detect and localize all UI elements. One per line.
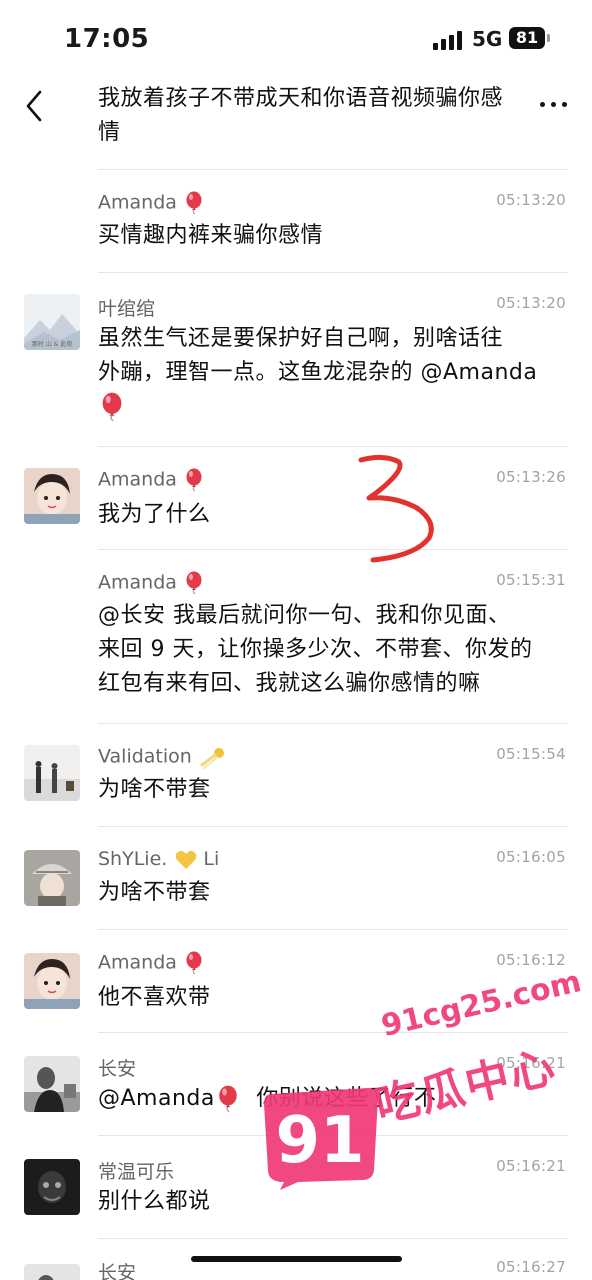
message-text: 别什么都说: [98, 1189, 211, 1214]
avatar-landscape-image: 那时 山 & 此夜: [24, 294, 80, 350]
watermark-text: 吃瓜中心: [370, 1041, 562, 1133]
message-time: 05:15:31: [496, 571, 566, 589]
sender-name: Amanda: [98, 468, 203, 492]
message-line: 来回 9 天，让你操多少次、不带套、你发的: [98, 637, 533, 662]
message-time: 05:16:12: [496, 951, 566, 969]
battery-tip: [547, 34, 550, 42]
handwritten-mark-label: 3: [355, 452, 356, 453]
home-indicator[interactable]: [191, 1256, 402, 1262]
message-line: @长安 我最后就问你一句、我和你见面、: [98, 603, 511, 628]
sender-name: ShYLie. Li: [98, 848, 220, 870]
avatar-caption: 那时 山 & 此夜: [32, 340, 72, 348]
avatar-man-bw-image: [24, 1056, 80, 1112]
yellow-heart-icon: [176, 850, 197, 869]
quoted-line-1: 我放着孩子不带成天和你语音视频骗你感: [98, 86, 504, 111]
message-time: 05:13:20: [496, 191, 566, 209]
balloon-icon: [102, 392, 122, 422]
message-time: 05:16:27: [496, 1258, 566, 1276]
balloon-icon: [186, 191, 202, 215]
message-line: 外蹦，理智一点。这鱼龙混杂的 @Amanda: [98, 360, 538, 385]
avatar-dark-image: [24, 1159, 80, 1215]
sender-name: Amanda: [98, 951, 203, 975]
avatar-girl-image: [24, 953, 80, 1009]
signal-icon: [433, 30, 465, 50]
handwritten-mark: 3: [355, 452, 434, 563]
message-text: 虽然生气还是要保护好自己啊，别啥话往 外蹦，理智一点。这鱼龙混杂的 @Amand…: [98, 322, 568, 424]
divider: [98, 723, 568, 724]
divider: [98, 169, 568, 170]
sender-name: Amanda: [98, 191, 203, 215]
sender-name: Validation: [98, 745, 226, 769]
sender-name: 常温可乐: [98, 1161, 175, 1183]
avatar[interactable]: [24, 1264, 80, 1280]
message-time: 05:16:05: [496, 848, 566, 866]
divider: [98, 549, 568, 550]
network-label: 5G: [472, 27, 503, 51]
back-arrow-icon[interactable]: [20, 88, 50, 124]
avatar[interactable]: [24, 1159, 80, 1215]
message-text: 我为了什么: [98, 502, 211, 527]
avatar-hat-girl-image: [24, 850, 80, 906]
divider: [98, 272, 568, 273]
quoted-message: 我放着孩子不带成天和你语音视频骗你感 情: [98, 82, 568, 150]
watermark-number: 91: [275, 1104, 364, 1178]
message-time: 05:13:20: [496, 294, 566, 312]
sender-name: 长安: [98, 1058, 137, 1080]
quoted-line-2: 情: [98, 120, 121, 145]
status-time: 17:05: [64, 24, 150, 54]
message-line: [98, 390, 568, 424]
avatar-beach-image: [24, 745, 80, 801]
chat-screen: 17:05 5G 81 我放着孩子不带成天和你语音视频骗你感 情 Amanda …: [0, 0, 592, 1280]
sender-name: Amanda: [98, 571, 203, 595]
message-time: 05:16:21: [496, 1157, 566, 1175]
sender-name: 叶绾绾: [98, 298, 156, 320]
message-text: 为啥不带套: [98, 880, 211, 905]
sender-name: 长安: [98, 1262, 137, 1280]
message-text: 买情趣内裤来骗你感情: [98, 223, 324, 248]
battery-icon: 81: [509, 27, 545, 49]
more-options-icon[interactable]: [540, 102, 568, 108]
message-time: 05:15:54: [496, 745, 566, 763]
divider: [98, 929, 568, 930]
message-text: 为啥不带套: [98, 777, 211, 802]
message-text: @长安 我最后就问你一句、我和你见面、 来回 9 天，让你操多少次、不带套、你发…: [98, 599, 568, 701]
avatar[interactable]: 那时 山 & 此夜: [24, 294, 80, 350]
divider: [98, 446, 568, 447]
status-bar: 17:05 5G 81: [0, 0, 592, 70]
avatar-man-bw-image: [24, 1264, 80, 1280]
mention[interactable]: @Amanda: [98, 1086, 215, 1111]
balloon-icon: [186, 571, 202, 595]
avatar[interactable]: [24, 468, 80, 524]
divider: [98, 1032, 568, 1033]
message-time: 05:13:26: [496, 468, 566, 486]
avatar[interactable]: [24, 850, 80, 906]
divider: [98, 826, 568, 827]
watermark-badge: 91: [264, 1088, 378, 1190]
balloon-icon: [219, 1085, 237, 1113]
message-line: 红包有来有回、我就这么骗你感情的嘛: [98, 671, 481, 696]
comet-icon: [200, 748, 224, 769]
avatar[interactable]: [24, 745, 80, 801]
avatar-girl-image: [24, 468, 80, 524]
message-line: 虽然生气还是要保护好自己啊，别啥话往: [98, 326, 504, 351]
balloon-icon: [186, 951, 202, 975]
avatar[interactable]: [24, 1056, 80, 1112]
divider: [98, 1238, 568, 1239]
balloon-icon: [186, 468, 202, 492]
avatar[interactable]: [24, 953, 80, 1009]
